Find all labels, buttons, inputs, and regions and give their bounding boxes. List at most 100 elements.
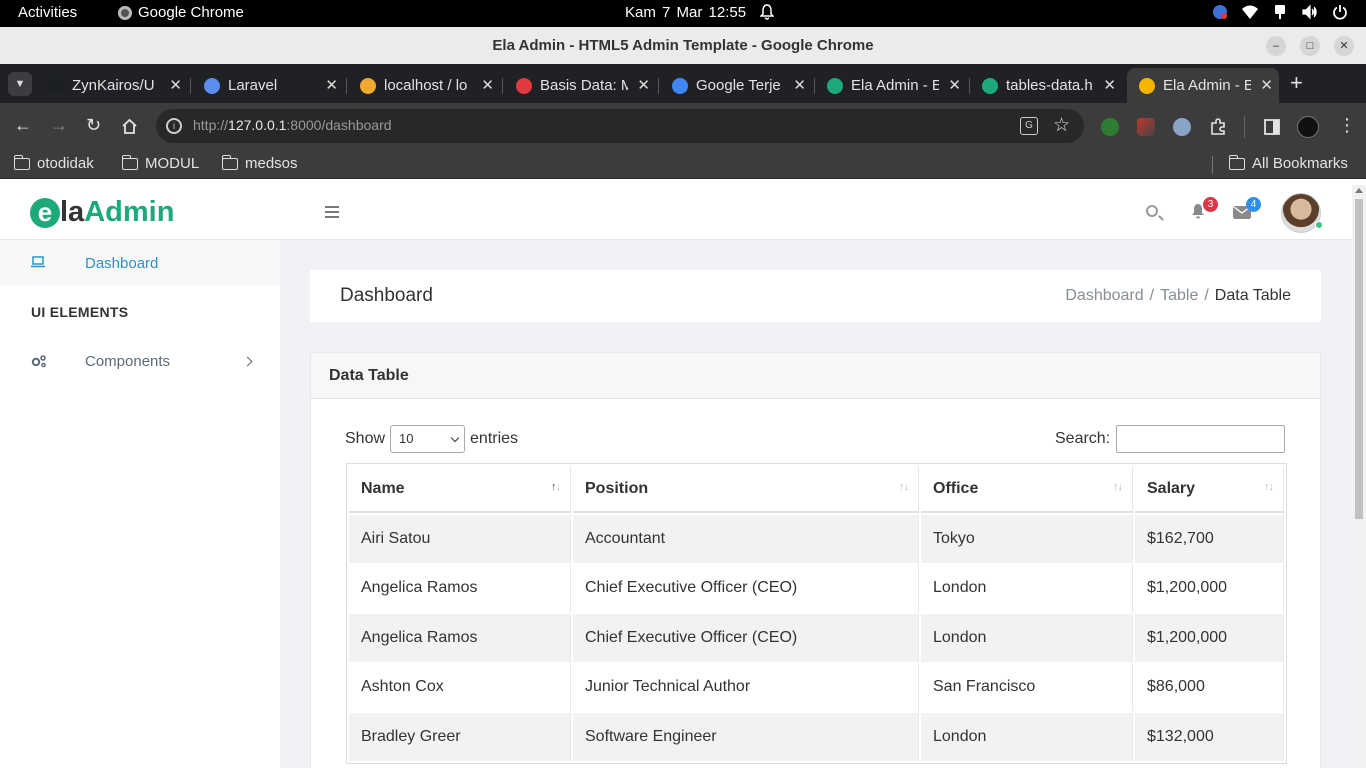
position-cell: Chief Executive Officer (CEO) <box>573 564 919 612</box>
app-indicator-icon[interactable] <box>1212 4 1228 20</box>
data-table-card: Data Table Show 10 entries Search: Name ↑… <box>310 352 1321 768</box>
extensions-puzzle-icon[interactable] <box>1209 118 1227 136</box>
volume-icon[interactable] <box>1302 4 1318 20</box>
maximize-icon[interactable]: □ <box>1300 36 1320 56</box>
card-header: Data Table <box>311 353 1320 399</box>
column-header-position[interactable]: Position ↑↓ <box>573 466 919 513</box>
office-cell: San Francisco <box>921 663 1133 711</box>
site-info-icon[interactable]: i <box>166 118 182 134</box>
office-cell: Tokyo <box>921 515 1133 563</box>
page-header-card: Dashboard Dashboard / Table / Data Table <box>310 270 1321 322</box>
close-tab-icon[interactable]: ✕ <box>169 76 182 94</box>
bookmark-folder-medsos[interactable]: medsos <box>221 154 298 172</box>
close-tab-icon[interactable]: ✕ <box>637 76 650 94</box>
breadcrumb: Dashboard / Table / Data Table <box>1065 287 1291 305</box>
tab-favicon-icon <box>672 77 688 94</box>
search-icon[interactable] <box>1146 205 1158 217</box>
extension-image-icon[interactable] <box>1137 118 1155 136</box>
notification-bell-icon[interactable] <box>760 4 774 20</box>
url-text[interactable]: http://127.0.0.1:8000/dashboard <box>193 117 392 133</box>
sort-asc-icon: ↑↓ <box>551 481 561 493</box>
scrollbar-thumb[interactable] <box>1355 199 1363 519</box>
chrome-icon <box>118 5 132 20</box>
ela-admin-logo[interactable]: e la Admin <box>30 196 174 229</box>
table-row[interactable]: Angelica Ramos Chief Executive Officer (C… <box>349 614 1284 662</box>
bookmark-folder-otodidak[interactable]: otodidak <box>13 154 94 172</box>
tab-strip: ▼ ZynKairos/U ✕ Laravel ✕ localhost / lo ✕ Bas… <box>0 64 1366 103</box>
close-tab-icon[interactable]: ✕ <box>1260 76 1273 94</box>
close-tab-icon[interactable]: ✕ <box>793 76 806 94</box>
sidebar-item-dashboard[interactable]: Dashboard <box>0 240 280 286</box>
tab-title: Basis Data: M <box>540 77 628 94</box>
browser-tab[interactable]: Ela Admin - E ✕ <box>1127 68 1279 103</box>
browser-tab[interactable]: ZynKairos/U ✕ <box>36 68 188 103</box>
menu-toggle-icon[interactable] <box>325 206 339 218</box>
browser-tab[interactable]: Basis Data: M ✕ <box>504 68 656 103</box>
close-tab-icon[interactable]: ✕ <box>325 76 338 94</box>
column-header-name[interactable]: Name ↑↓ <box>349 466 571 513</box>
sidebar-item-components[interactable]: Components <box>0 338 280 384</box>
bookmark-star-icon[interactable]: ☆ <box>1053 114 1070 137</box>
new-tab-icon[interactable]: + <box>1290 70 1303 96</box>
tab-separator <box>190 78 191 94</box>
salary-cell: $1,200,000 <box>1135 564 1284 612</box>
forward-icon[interactable]: → <box>50 115 68 136</box>
extension-shield-icon[interactable] <box>1101 118 1119 136</box>
network-icon[interactable] <box>1272 4 1288 20</box>
mail-badge: 4 <box>1246 197 1261 212</box>
close-tab-icon[interactable]: ✕ <box>948 76 961 94</box>
page-scrollbar[interactable] <box>1352 185 1366 768</box>
side-panel-icon[interactable] <box>1263 118 1281 136</box>
folder-icon <box>221 154 238 170</box>
reload-icon[interactable]: ↻ <box>86 115 101 136</box>
close-window-icon[interactable]: ✕ <box>1334 36 1354 56</box>
browser-tab[interactable]: Laravel ✕ <box>192 68 344 103</box>
breadcrumb-table[interactable]: Table <box>1160 287 1198 305</box>
scroll-up-icon[interactable] <box>1355 188 1363 193</box>
activities-button[interactable]: Activities <box>18 4 77 21</box>
system-tray[interactable] <box>1212 4 1348 20</box>
table-row[interactable]: Airi Satou Accountant Tokyo $162,700 <box>349 515 1284 563</box>
back-icon[interactable]: ← <box>14 115 32 136</box>
table-row[interactable]: Bradley Greer Software Engineer London $132… <box>349 713 1284 761</box>
breadcrumb-dashboard[interactable]: Dashboard <box>1065 287 1143 305</box>
tab-favicon-icon <box>48 77 64 94</box>
sidebar-item-label: Components <box>85 353 171 370</box>
address-bar[interactable]: i http://127.0.0.1:8000/dashboard G ☆ <box>156 109 1084 143</box>
app-menu[interactable]: Google Chrome <box>118 4 244 21</box>
entries-select[interactable]: 10 <box>390 425 466 453</box>
office-cell: London <box>921 614 1133 662</box>
minimize-icon[interactable]: – <box>1266 36 1286 56</box>
browser-tab[interactable]: Ela Admin - E ✕ <box>815 68 967 103</box>
browser-tab[interactable]: localhost / lo ✕ <box>348 68 500 103</box>
bookmark-folder-modul[interactable]: MODUL <box>121 154 199 172</box>
chrome-menu-icon[interactable]: ⋮ <box>1338 115 1356 136</box>
wifi-icon[interactable] <box>1242 4 1258 20</box>
card-title: Data Table <box>329 367 409 384</box>
name-cell: Ashton Cox <box>349 663 571 711</box>
extension-circle-icon[interactable] <box>1173 118 1191 136</box>
window-titlebar: Ela Admin - HTML5 Admin Template - Googl… <box>0 27 1366 64</box>
close-tab-icon[interactable]: ✕ <box>481 76 494 94</box>
table-row[interactable]: Angelica Ramos Chief Executive Officer (C… <box>349 564 1284 612</box>
app-name: Google Chrome <box>138 4 244 21</box>
power-icon[interactable] <box>1332 4 1348 20</box>
search-input[interactable] <box>1116 425 1286 453</box>
all-bookmarks[interactable]: All Bookmarks <box>1228 154 1348 172</box>
column-header-office[interactable]: Office ↑↓ <box>921 466 1133 513</box>
browser-tab[interactable]: Google Terje ✕ <box>660 68 812 103</box>
browser-tab[interactable]: tables-data.h ✕ <box>970 68 1122 103</box>
column-header-salary[interactable]: Salary ↑↓ <box>1135 466 1284 513</box>
position-cell: Junior Technical Author <box>573 663 919 711</box>
profile-avatar[interactable] <box>1297 116 1319 138</box>
sort-icon: ↑↓ <box>899 481 909 493</box>
entries-length-control: Show 10 entries <box>345 425 518 453</box>
window-title: Ela Admin - HTML5 Admin Template - Googl… <box>492 37 874 54</box>
tab-search-icon[interactable]: ▼ <box>8 72 32 96</box>
tab-separator <box>658 78 659 94</box>
translate-icon[interactable]: G <box>1020 117 1038 135</box>
close-tab-icon[interactable]: ✕ <box>1103 76 1116 94</box>
home-icon[interactable] <box>121 118 138 135</box>
table-row[interactable]: Ashton Cox Junior Technical Author San Fra… <box>349 663 1284 711</box>
clock[interactable]: Kam 7 Mar 12:55 <box>625 4 746 21</box>
